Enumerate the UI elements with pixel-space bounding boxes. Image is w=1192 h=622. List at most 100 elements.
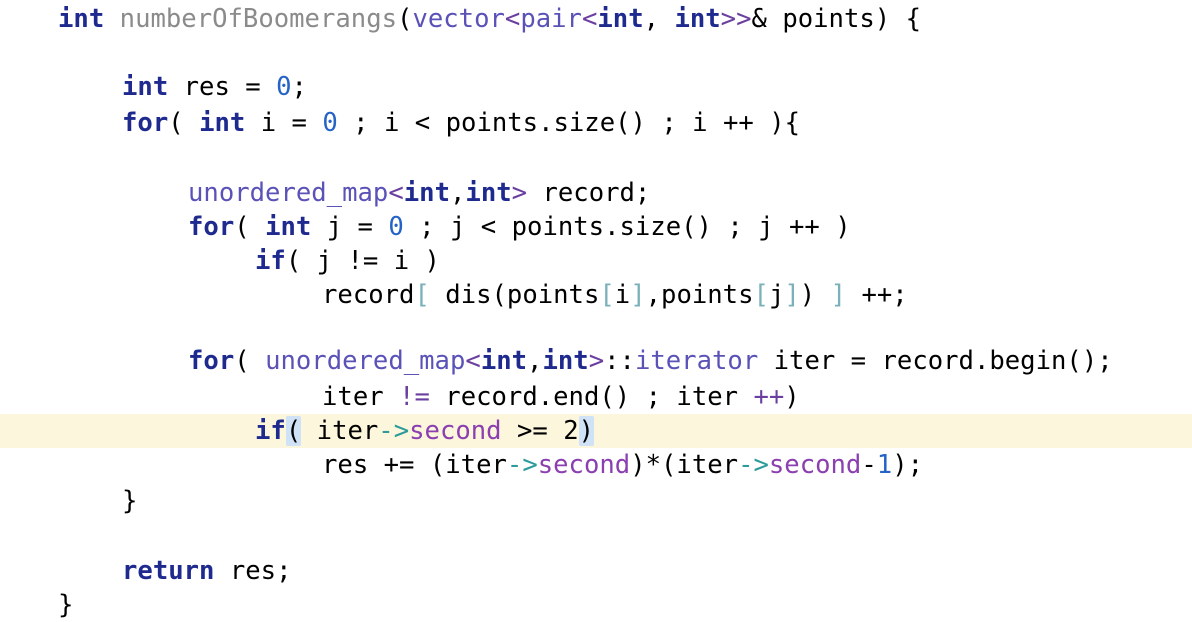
code-token: pair bbox=[520, 4, 582, 34]
code-line[interactable]: for( int j = 0 ; j < points.size() ; j +… bbox=[0, 210, 1192, 244]
code-token: res += (iter bbox=[322, 450, 507, 480]
code-token: vector bbox=[412, 4, 505, 34]
code-token: >= 2 bbox=[501, 416, 579, 446]
code-token: int bbox=[542, 346, 589, 376]
code-token: [ bbox=[414, 280, 430, 310]
code-token: int bbox=[58, 4, 105, 34]
code-token: > bbox=[511, 178, 528, 208]
code-token: second bbox=[768, 450, 862, 480]
code-token: :: bbox=[604, 346, 635, 376]
code-token: j bbox=[768, 280, 785, 310]
code-token: j = bbox=[311, 212, 389, 242]
code-token: != bbox=[399, 382, 430, 412]
code-token: > bbox=[588, 346, 605, 376]
code-token: if bbox=[255, 416, 286, 446]
code-token: & points) { bbox=[751, 4, 922, 34]
code-token: ; j < points.size() ; j ++ ) bbox=[403, 212, 851, 242]
code-token: int bbox=[480, 346, 528, 376]
code-line[interactable]: record[ dis(points[i],points[j]) ] ++; bbox=[0, 278, 1192, 312]
code-token: int bbox=[122, 72, 169, 102]
code-token: ] bbox=[630, 280, 646, 310]
code-token: numberOfBoomerangs bbox=[119, 4, 398, 34]
code-token: >> bbox=[720, 4, 752, 34]
code-editor[interactable]: int numberOfBoomerangs(vector<pair<int, … bbox=[0, 0, 1192, 620]
code-token: record.end() ; iter bbox=[429, 382, 754, 412]
code-token: ,points bbox=[645, 280, 754, 310]
code-token: second bbox=[409, 416, 502, 446]
code-token: res; bbox=[214, 556, 292, 586]
code-token: int bbox=[403, 178, 450, 208]
code-token: } bbox=[122, 486, 138, 516]
matched-bracket: ( bbox=[285, 416, 302, 446]
code-token: -> bbox=[738, 450, 769, 480]
code-token: record; bbox=[527, 178, 651, 208]
code-token: for bbox=[122, 108, 169, 138]
code-token: for bbox=[188, 346, 235, 376]
code-token: second bbox=[537, 450, 631, 480]
code-token: int bbox=[465, 178, 512, 208]
code-token: int bbox=[597, 4, 644, 34]
code-token: ( bbox=[168, 108, 200, 138]
code-token: iter bbox=[301, 416, 379, 446]
code-token: [ bbox=[599, 280, 615, 310]
code-token: unordered_map bbox=[188, 178, 389, 208]
code-token: dis(points bbox=[429, 280, 600, 310]
code-token: iter bbox=[322, 382, 400, 412]
code-line[interactable]: res += (iter->second)*(iter->second-1); bbox=[0, 448, 1192, 482]
code-token: 1 bbox=[876, 450, 893, 480]
code-token: ] bbox=[830, 280, 847, 310]
current-line[interactable]: if( iter->second >= 2) bbox=[0, 414, 1192, 448]
code-token: ; i < points.size() ; i ++ ){ bbox=[337, 108, 801, 138]
code-token: ( j != i ) bbox=[285, 246, 440, 276]
code-line[interactable]: } bbox=[0, 588, 1192, 622]
code-line[interactable]: for( unordered_map<int,int>::iterator it… bbox=[0, 344, 1192, 378]
code-token: -> bbox=[378, 416, 410, 446]
code-token: < bbox=[504, 4, 521, 34]
code-token: )*(iter bbox=[630, 450, 739, 480]
code-token: , bbox=[449, 178, 466, 208]
code-token: for bbox=[188, 212, 235, 242]
code-token: int bbox=[674, 4, 721, 34]
code-token: i bbox=[614, 280, 631, 310]
code-token: ) bbox=[784, 382, 800, 412]
code-token: iter = record.begin(); bbox=[758, 346, 1113, 376]
code-line[interactable]: int res = 0; bbox=[0, 70, 1192, 104]
code-token: res = bbox=[168, 72, 277, 102]
code-token: i = bbox=[245, 108, 323, 138]
code-line[interactable]: unordered_map<int,int> record; bbox=[0, 176, 1192, 210]
code-token: < bbox=[388, 178, 404, 208]
code-token: 0 bbox=[388, 212, 404, 242]
code-token: < bbox=[465, 346, 481, 376]
code-token: , bbox=[527, 346, 543, 376]
code-line[interactable]: for( int i = 0 ; i < points.size() ; i +… bbox=[0, 106, 1192, 140]
code-token: return bbox=[122, 556, 215, 586]
code-line[interactable]: iter != record.end() ; iter ++) bbox=[0, 380, 1192, 414]
code-token: ( bbox=[397, 4, 413, 34]
code-token: ] bbox=[784, 280, 800, 310]
code-token: ) bbox=[799, 280, 831, 310]
matched-bracket: ) bbox=[578, 416, 595, 446]
code-token: 0 bbox=[276, 72, 292, 102]
code-token: , bbox=[643, 4, 675, 34]
code-token: ++ bbox=[753, 382, 785, 412]
code-token: iterator bbox=[634, 346, 759, 376]
code-token: record bbox=[322, 280, 415, 310]
code-token: ( bbox=[234, 346, 266, 376]
code-token: ; bbox=[291, 72, 307, 102]
code-token: -> bbox=[506, 450, 538, 480]
code-line[interactable]: } bbox=[0, 484, 1192, 518]
code-line[interactable]: int numberOfBoomerangs(vector<pair<int, … bbox=[0, 2, 1192, 36]
code-token: 0 bbox=[322, 108, 338, 138]
code-token: ); bbox=[892, 450, 924, 480]
code-token: - bbox=[861, 450, 877, 480]
code-line[interactable]: if( j != i ) bbox=[0, 244, 1192, 278]
code-token: if bbox=[255, 246, 286, 276]
code-token: ( bbox=[234, 212, 266, 242]
code-line[interactable]: return res; bbox=[0, 554, 1192, 588]
code-token: [ bbox=[753, 280, 769, 310]
code-token: < bbox=[581, 4, 598, 34]
code-token: int bbox=[199, 108, 246, 138]
code-token: int bbox=[265, 212, 312, 242]
code-token: unordered_map bbox=[265, 346, 466, 376]
